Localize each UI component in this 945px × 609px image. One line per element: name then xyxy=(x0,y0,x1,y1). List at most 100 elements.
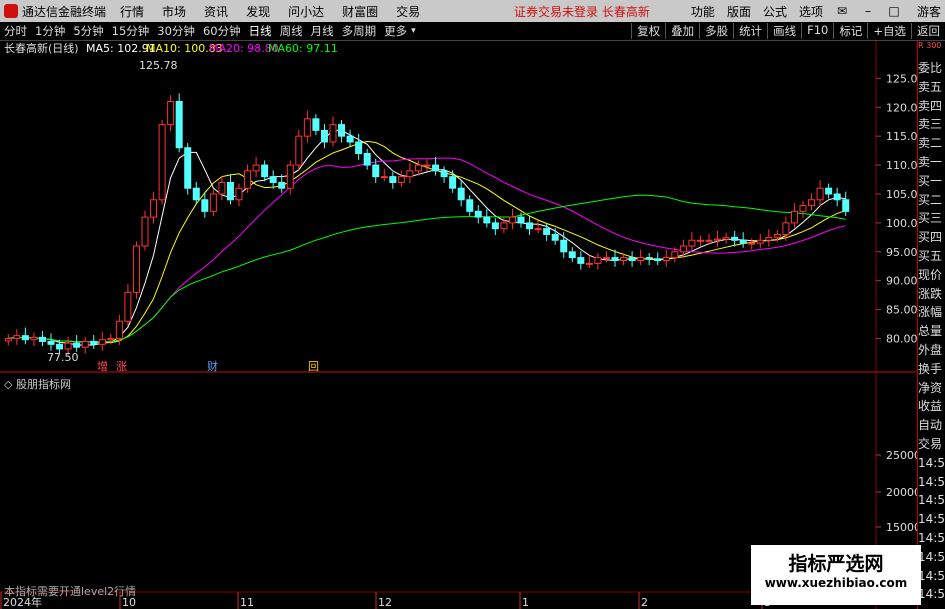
candle-body xyxy=(611,257,619,261)
event-mark-cai[interactable]: 财 xyxy=(207,359,218,373)
candle-body xyxy=(423,164,431,167)
side-label: 收益 xyxy=(918,399,943,414)
period-60min[interactable]: 60分钟 xyxy=(203,23,241,39)
mail-icon[interactable]: ✉ xyxy=(835,4,849,18)
side-label: 卖二 xyxy=(918,136,943,151)
period-15min[interactable]: 15分钟 xyxy=(112,23,150,39)
candle-body xyxy=(808,199,816,207)
candle-body xyxy=(218,181,226,195)
side-label: 涨跌 xyxy=(918,286,943,301)
candle-body xyxy=(132,245,140,293)
candle-body xyxy=(226,181,234,201)
auto-trade-button[interactable]: 自动 xyxy=(918,416,945,435)
title-bar: 通达信金融终端 行情 市场 资讯 发现 问小达 财富圈 交易 证券交易未登录 长… xyxy=(0,0,945,22)
level2-notice: 本指标需要开通level2行情 xyxy=(4,585,137,598)
candle-body xyxy=(201,199,209,212)
period-daily[interactable]: 日线 xyxy=(249,23,272,39)
side-label: 外盘 xyxy=(918,342,943,357)
menu-trade[interactable]: 交易 xyxy=(396,3,420,20)
candle-body xyxy=(320,129,328,143)
candle-body xyxy=(637,257,645,261)
candle-body xyxy=(714,238,722,241)
login-notice[interactable]: 证券交易未登录 长春高新 xyxy=(514,3,650,20)
tick-time: 14:56 xyxy=(918,530,945,545)
candle-body xyxy=(432,164,440,172)
candle-body xyxy=(756,239,764,244)
adjust-button[interactable]: 复权 xyxy=(631,23,665,39)
menu-quotes[interactable]: 行情 xyxy=(120,3,144,20)
candle-body xyxy=(543,228,551,235)
candle-body xyxy=(449,176,457,189)
menu-news[interactable]: 资讯 xyxy=(204,3,228,20)
indicator-title[interactable]: ◇ 股朋指标网 xyxy=(4,376,71,392)
period-5min[interactable]: 5分钟 xyxy=(73,23,103,39)
f10-button[interactable]: F10 xyxy=(801,23,833,39)
side-top-marker: R 300 xyxy=(918,41,942,50)
mark-button[interactable]: 标记 xyxy=(833,23,867,39)
candle-body xyxy=(13,335,21,340)
period-30min[interactable]: 30分钟 xyxy=(157,23,195,39)
period-weekly[interactable]: 周线 xyxy=(280,23,303,39)
candle-body xyxy=(115,320,123,340)
candle-body xyxy=(662,257,670,261)
trade-button[interactable]: 交易 xyxy=(918,435,945,454)
tick-time: 14:56 xyxy=(918,455,945,470)
kline-chart[interactable]: 125.00 120.00 115.00 110.00 105.00 100.00 95.0… xyxy=(0,41,917,609)
maximize-icon[interactable]: □ xyxy=(887,4,901,18)
minimize-icon[interactable]: – xyxy=(861,4,875,18)
event-mark-zhang[interactable]: 涨 xyxy=(116,360,127,373)
candle-body xyxy=(466,199,474,212)
candle-body xyxy=(842,199,850,212)
menu-market[interactable]: 市场 xyxy=(162,3,186,20)
candle-body xyxy=(363,153,371,166)
indicator-tick-label: 15000 xyxy=(886,521,917,534)
price-tick-label: 95.00 xyxy=(886,246,917,259)
date-tick-label: 12 xyxy=(378,596,392,609)
side-label: 买三 xyxy=(918,211,943,226)
period-more[interactable]: 更多 xyxy=(384,23,407,39)
candle-body xyxy=(98,339,106,345)
price-tick-label: 85.00 xyxy=(886,304,917,317)
period-multi[interactable]: 多周期 xyxy=(342,23,377,39)
multi-stock-button[interactable]: 多股 xyxy=(699,23,733,39)
event-mark-zeng[interactable]: 增 xyxy=(97,359,108,373)
period-toolbar: 分时 1分钟 5分钟 15分钟 30分钟 60分钟 日线 周线 月线 多周期 更… xyxy=(0,22,945,41)
menu-wealth[interactable]: 财富圈 xyxy=(342,3,378,20)
tick-time: 14:56 xyxy=(918,587,945,602)
menu-discover[interactable]: 发现 xyxy=(246,3,270,20)
menu-ask[interactable]: 问小达 xyxy=(288,3,324,20)
menu-formula[interactable]: 公式 xyxy=(763,3,787,20)
candle-body xyxy=(389,176,397,183)
period-intraday[interactable]: 分时 xyxy=(4,23,27,39)
candle-body xyxy=(508,216,516,224)
candle-body xyxy=(47,340,55,345)
candle-body xyxy=(286,164,294,189)
candle-body xyxy=(397,176,405,183)
draw-button[interactable]: 画线 xyxy=(767,23,801,39)
period-1min[interactable]: 1分钟 xyxy=(35,23,65,39)
candle-body xyxy=(21,335,29,341)
indicator-toggle-icon[interactable]: ◇ xyxy=(4,378,12,391)
menu-options[interactable]: 选项 xyxy=(799,3,823,20)
candle-body xyxy=(167,100,175,126)
more-dropdown-icon[interactable]: ▾ xyxy=(411,26,416,36)
candle-body xyxy=(585,262,593,265)
candle-body xyxy=(90,340,98,345)
back-button[interactable]: 返回 xyxy=(911,23,945,39)
add-watchlist-button[interactable]: +自选 xyxy=(867,23,911,39)
menu-layout[interactable]: 版面 xyxy=(727,3,751,20)
stats-button[interactable]: 统计 xyxy=(733,23,767,39)
side-label: 卖四 xyxy=(918,98,943,113)
overlay-button[interactable]: 叠加 xyxy=(665,23,699,39)
candle-body xyxy=(158,124,166,201)
guest-label[interactable]: 游客 xyxy=(917,3,941,20)
price-tick-label: 80.00 xyxy=(886,333,917,346)
watermark-title: 指标严选网 xyxy=(788,553,884,575)
side-label: 卖五 xyxy=(918,79,943,94)
candle-body xyxy=(261,164,269,178)
period-monthly[interactable]: 月线 xyxy=(311,23,334,39)
candle-body xyxy=(577,257,585,264)
event-mark-hui[interactable]: 回 xyxy=(308,360,319,373)
menu-function[interactable]: 功能 xyxy=(691,3,715,20)
candle-body xyxy=(620,257,628,261)
